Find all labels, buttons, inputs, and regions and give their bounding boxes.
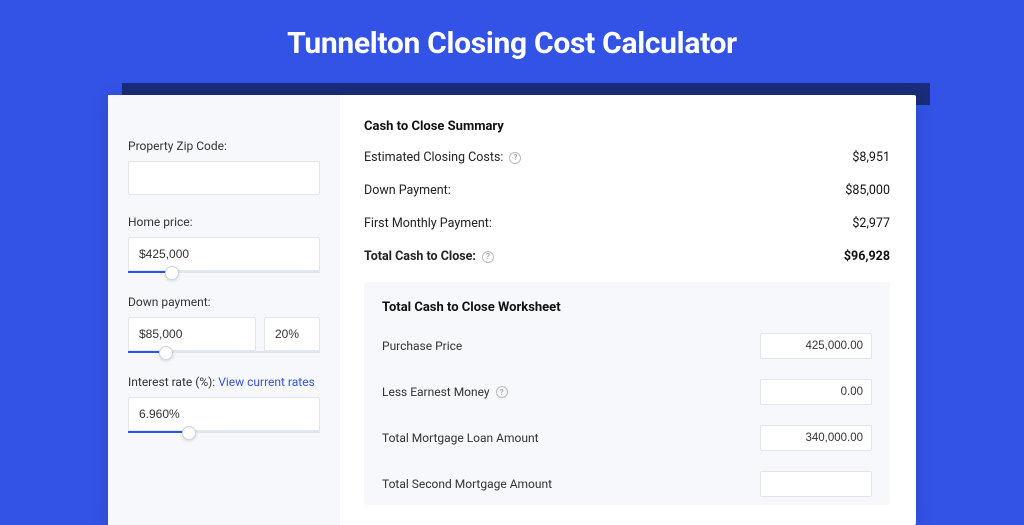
worksheet-label: Purchase Price [382, 339, 462, 353]
interest-field-group: Interest rate (%): View current rates [128, 375, 320, 435]
down-payment-field-group: Down payment: [128, 295, 320, 355]
worksheet-row-purchase-price: Purchase Price [382, 333, 872, 359]
interest-slider[interactable] [128, 429, 320, 435]
summary-value: $8,951 [852, 150, 890, 165]
down-payment-label: Down payment: [128, 295, 320, 309]
worksheet-row-second-mortgage: Total Second Mortgage Amount [382, 471, 872, 497]
worksheet-title: Total Cash to Close Worksheet [382, 300, 872, 315]
zip-label: Property Zip Code: [128, 139, 320, 153]
interest-label-text: Interest rate (%): [128, 375, 218, 389]
calculator-wrapper: Property Zip Code: Home price: Down paym… [108, 83, 916, 513]
zip-field-group: Property Zip Code: [128, 139, 320, 195]
summary-label: First Monthly Payment: [364, 216, 492, 231]
summary-value: $2,977 [852, 216, 890, 231]
summary-title: Cash to Close Summary [364, 119, 890, 134]
help-icon[interactable]: ? [482, 251, 494, 263]
worksheet-input-earnest-money[interactable] [760, 379, 872, 405]
summary-value: $96,928 [844, 249, 890, 264]
slider-thumb[interactable] [165, 266, 179, 280]
worksheet-input-second-mortgage[interactable] [760, 471, 872, 497]
down-payment-slider[interactable] [128, 349, 320, 355]
summary-row-first-monthly: First Monthly Payment: $2,977 [364, 216, 890, 231]
page-title: Tunnelton Closing Cost Calculator [0, 0, 1024, 83]
worksheet-label: Total Mortgage Loan Amount [382, 431, 539, 445]
slider-fill [128, 431, 189, 433]
summary-row-down-payment: Down Payment: $85,000 [364, 183, 890, 198]
worksheet-label: Less Earnest Money [382, 385, 490, 399]
interest-label: Interest rate (%): View current rates [128, 375, 320, 389]
summary-row-total-cash: Total Cash to Close: ? $96,928 [364, 249, 890, 264]
worksheet-row-earnest-money: Less Earnest Money ? [382, 379, 872, 405]
down-payment-input[interactable] [128, 317, 256, 351]
calculator-card: Property Zip Code: Home price: Down paym… [108, 95, 916, 525]
slider-thumb[interactable] [159, 346, 173, 360]
worksheet-input-mortgage-amount[interactable] [760, 425, 872, 451]
summary-value: $85,000 [845, 183, 890, 198]
home-price-field-group: Home price: [128, 215, 320, 275]
down-payment-pct-input[interactable] [264, 317, 320, 351]
interest-input[interactable] [128, 397, 320, 431]
summary-row-closing-costs: Estimated Closing Costs: ? $8,951 [364, 150, 890, 165]
worksheet-row-mortgage-amount: Total Mortgage Loan Amount [382, 425, 872, 451]
help-icon[interactable]: ? [509, 152, 521, 164]
view-rates-link[interactable]: View current rates [218, 375, 315, 389]
zip-input[interactable] [128, 161, 320, 195]
worksheet-panel: Total Cash to Close Worksheet Purchase P… [364, 282, 890, 505]
summary-label: Down Payment: [364, 183, 451, 198]
home-price-input[interactable] [128, 237, 320, 271]
inputs-sidebar: Property Zip Code: Home price: Down paym… [108, 95, 340, 525]
results-column: Cash to Close Summary Estimated Closing … [340, 95, 916, 525]
help-icon[interactable]: ? [496, 386, 508, 398]
home-price-slider[interactable] [128, 269, 320, 275]
summary-label: Estimated Closing Costs: [364, 150, 503, 165]
slider-thumb[interactable] [182, 426, 196, 440]
home-price-label: Home price: [128, 215, 320, 229]
worksheet-input-purchase-price[interactable] [760, 333, 872, 359]
summary-label: Total Cash to Close: [364, 249, 476, 264]
worksheet-label: Total Second Mortgage Amount [382, 477, 552, 491]
